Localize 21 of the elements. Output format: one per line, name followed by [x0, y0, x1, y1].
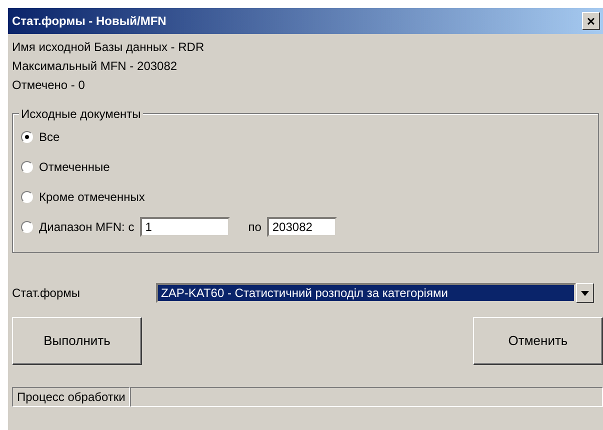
run-button[interactable]: Выполнить: [12, 317, 142, 365]
dropdown-arrow-icon: [581, 290, 589, 296]
radio-button[interactable]: [21, 161, 33, 173]
info-text: Имя исходной Базы данных - RDR: [12, 39, 206, 56]
radio-button[interactable]: [21, 221, 33, 233]
info-text: Отмечено - 0: [12, 77, 86, 94]
radio-button[interactable]: [21, 191, 33, 203]
window-title: Стат.формы - Новый/MFN: [12, 13, 166, 30]
range-from-field[interactable]: 1: [140, 217, 230, 237]
radio-label[interactable]: Диапазон MFN: с: [39, 218, 134, 236]
radio-label[interactable]: Кроме отмеченных: [39, 188, 145, 206]
radio-label[interactable]: Отмеченные: [39, 158, 110, 176]
form-label: Стат.формы: [12, 285, 82, 302]
close-button[interactable]: ×: [582, 12, 600, 30]
radio-button[interactable]: [21, 131, 33, 143]
info-text: Максимальный MFN - 203082: [12, 58, 178, 75]
range-to-field[interactable]: 203082: [267, 217, 338, 237]
radio-label[interactable]: Все: [39, 128, 60, 146]
status-text: Процесс обработки: [12, 387, 130, 407]
range-to-label: по: [248, 219, 262, 236]
cancel-button[interactable]: Отменить: [473, 317, 603, 365]
